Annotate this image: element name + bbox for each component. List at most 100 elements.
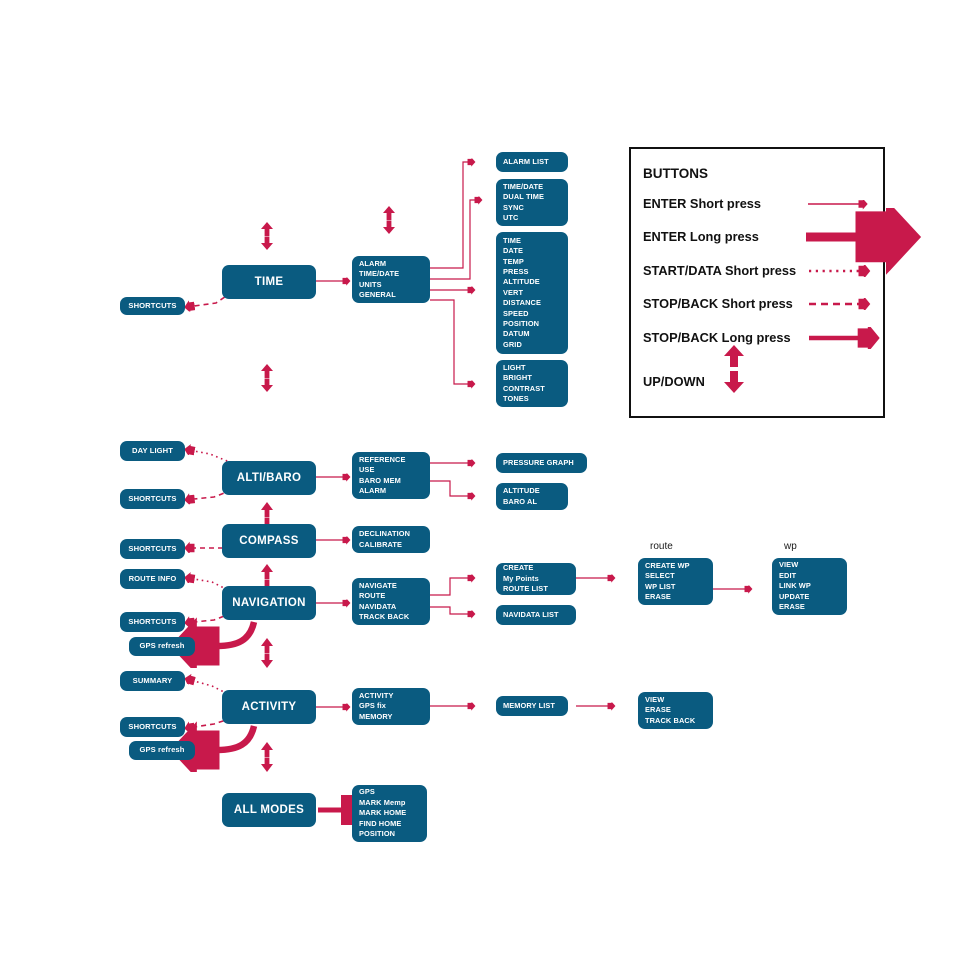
node-line: ALTI/BARO [236, 471, 302, 484]
node-memory-list[interactable]: MEMORY LIST [496, 696, 568, 716]
node-line: DISTANCE [503, 298, 542, 308]
node-line: PRESS [503, 266, 529, 276]
node-line: SHORTCUTS [128, 616, 177, 626]
node-line: EDIT [779, 570, 797, 580]
node-altitude-baroal[interactable]: ALTITUDE BARO AL [496, 483, 568, 510]
node-line: GPS fix [359, 701, 386, 711]
node-route-info[interactable]: ROUTE INFO [120, 569, 185, 589]
node-navigation-menu[interactable]: NAVIGATE ROUTE NAVIDATA TRACK BACK [352, 578, 430, 625]
node-wp-column[interactable]: VIEW EDIT LINK WP UPDATE ERASE [772, 558, 847, 615]
node-line: MARK HOME [359, 808, 407, 818]
node-navigation-shortcuts[interactable]: SHORTCUTS [120, 612, 185, 632]
node-line: ALARM [359, 485, 387, 495]
node-line: GPS refresh [139, 745, 185, 755]
node-line: DATE [503, 246, 523, 256]
conn-alarm-to-list [430, 162, 468, 269]
node-line: CALIBRATE [359, 539, 403, 549]
node-line: VIEW [779, 560, 799, 570]
node-line: TONES [503, 393, 529, 403]
conn-alarm-to-altitude [430, 480, 468, 496]
node-line: DATUM [503, 329, 530, 339]
node-navigation-mode[interactable]: NAVIGATION [222, 586, 316, 620]
node-altibaro-menu[interactable]: REFERENCE USE BARO MEM ALARM [352, 452, 430, 499]
node-line: BARO AL [503, 496, 538, 506]
node-compass-shortcuts[interactable]: SHORTCUTS [120, 539, 185, 559]
node-line: NAVIGATE [359, 580, 397, 590]
node-line: VIEW [645, 694, 665, 704]
node-line: My Points [503, 573, 539, 583]
diagram-connectors [0, 0, 954, 954]
node-pressure-graph[interactable]: PRESSURE GRAPH [496, 453, 587, 473]
node-line: BARO MEM [359, 475, 401, 485]
node-line: UNITS [359, 279, 382, 289]
node-line: REFERENCE [359, 454, 406, 464]
legend-symbols [724, 149, 887, 393]
node-line: LINK WP [779, 581, 811, 591]
node-line: GPS [359, 787, 375, 797]
node-line: TIME [254, 275, 284, 288]
node-memory-submenu[interactable]: VIEW ERASE TRACK BACK [638, 692, 713, 729]
node-all-modes[interactable]: ALL MODES [222, 793, 316, 827]
node-altibaro-mode[interactable]: ALTI/BARO [222, 461, 316, 495]
node-line: GRID [503, 339, 522, 349]
node-line: NAVIDATA LIST [503, 609, 559, 619]
node-line: USE [359, 465, 375, 475]
node-line: POSITION [359, 829, 396, 839]
node-activity-gps-refresh[interactable]: GPS refresh [129, 741, 195, 760]
node-all-modes-menu[interactable]: GPS MARK Memp MARK HOME FIND HOME POSITI… [352, 785, 427, 842]
updown-activity-allmodes [261, 742, 273, 772]
node-line: TRACK BACK [359, 611, 410, 621]
node-line: DUAL TIME [503, 192, 544, 202]
node-line: ERASE [645, 591, 671, 601]
node-units-submenu[interactable]: TIME DATE TEMP PRESS ALTITUDE VERT DISTA… [496, 232, 568, 354]
node-compass-mode[interactable]: COMPASS [222, 524, 316, 558]
node-line: CONTRAST [503, 383, 545, 393]
updown-nav-activity [261, 638, 273, 668]
node-summary[interactable]: SUMMARY [120, 671, 185, 691]
node-line: NAVIDATA [359, 601, 397, 611]
node-day-light[interactable]: DAY LIGHT [120, 441, 185, 461]
column-header-wp: wp [784, 541, 797, 552]
node-line: TIME/DATE [503, 181, 544, 191]
node-line: TRACK BACK [645, 715, 696, 725]
updown-time-menu [383, 206, 395, 234]
conn-timedate-to-sub [430, 200, 475, 280]
node-time-menu[interactable]: ALARM TIME/DATE UNITS GENERAL [352, 256, 430, 303]
node-activity-mode[interactable]: ACTIVITY [222, 690, 316, 724]
legend-panel: BUTTONS ENTER Short press ENTER Long pre… [629, 147, 885, 418]
node-line: SUMMARY [132, 675, 173, 685]
node-line: DECLINATION [359, 529, 411, 539]
node-activity-shortcuts[interactable]: SHORTCUTS [120, 717, 185, 737]
node-line: ALTITUDE [503, 486, 540, 496]
legend-updown-arrows [724, 345, 744, 393]
node-altibaro-shortcuts[interactable]: SHORTCUTS [120, 489, 185, 509]
node-alarm-list[interactable]: ALARM LIST [496, 152, 568, 172]
node-navidata-list[interactable]: NAVIDATA LIST [496, 605, 576, 625]
node-line: LIGHT [503, 362, 526, 372]
node-line: TIME/DATE [359, 269, 400, 279]
node-general-submenu[interactable]: LIGHT BRIGHT CONTRAST TONES [496, 360, 568, 407]
node-activity-menu[interactable]: ACTIVITY GPS fix MEMORY [352, 688, 430, 725]
node-line: ROUTE LIST [503, 584, 548, 594]
node-line: UTC [503, 212, 519, 222]
node-line: ACTIVITY [241, 700, 297, 713]
node-route-menu[interactable]: CREATE My Points ROUTE LIST [496, 563, 576, 595]
conn-navidata-to-list [430, 606, 468, 614]
node-time-mode[interactable]: TIME [222, 265, 316, 299]
column-header-route: route [650, 541, 673, 552]
node-line: MARK Memp [359, 797, 406, 807]
node-line: GPS refresh [139, 641, 185, 651]
node-line: MEMORY [359, 711, 393, 721]
node-navigation-gps-refresh[interactable]: GPS refresh [129, 637, 195, 656]
node-line: BRIGHT [503, 373, 532, 383]
node-line: VERT [503, 287, 524, 297]
node-compass-menu[interactable]: DECLINATION CALIBRATE [352, 526, 430, 553]
node-line: ALL MODES [233, 803, 305, 816]
node-route-column[interactable]: CREATE WP SELECT WP LIST ERASE [638, 558, 713, 605]
node-time-shortcuts[interactable]: SHORTCUTS [120, 297, 185, 315]
node-line: ACTIVITY [359, 690, 394, 700]
node-line: MEMORY LIST [503, 700, 556, 710]
node-timedate-submenu[interactable]: TIME/DATE DUAL TIME SYNC UTC [496, 179, 568, 226]
node-line: DAY LIGHT [132, 445, 173, 455]
node-line: GENERAL [359, 289, 396, 299]
